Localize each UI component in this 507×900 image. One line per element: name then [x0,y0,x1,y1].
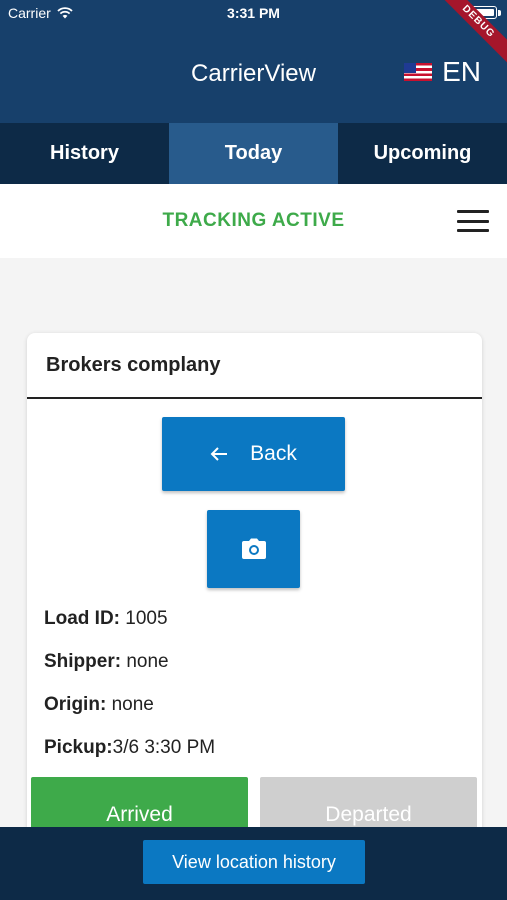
field-origin: Origin: none [44,694,154,716]
us-flag-icon [404,63,433,81]
status-time: 3:31 PM [227,5,280,21]
hamburger-menu-icon[interactable] [457,210,489,232]
arrow-left-icon [210,447,228,461]
tab-label: Upcoming [373,142,472,164]
tab-bar: History Today Upcoming [0,123,507,184]
field-value: none [126,651,169,672]
tracking-strip: TRACKING ACTIVE [0,184,507,258]
field-load-id: Load ID: 1005 [44,608,168,630]
tab-upcoming[interactable]: Upcoming [338,123,507,184]
field-label: Shipper: [44,651,122,672]
field-value: 3/6 3:30 PM [112,737,216,758]
language-selector[interactable]: EN [404,56,481,88]
camera-icon [241,538,266,559]
tracking-status: TRACKING ACTIVE [162,210,345,231]
tab-label: Today [224,142,283,164]
field-label: Origin: [44,694,107,715]
load-card: Brokers complany Back Load ID: 1005 Ship… [27,333,482,853]
field-label: Load ID: [44,608,120,629]
card-divider [27,397,482,399]
field-shipper: Shipper: none [44,651,169,673]
language-code: EN [442,56,481,87]
field-label: Pickup: [44,737,113,758]
view-location-history-button[interactable]: View location history [143,840,365,884]
back-button[interactable]: Back [162,417,345,491]
battery-tip [498,10,501,16]
field-value: none [111,694,154,715]
field-pickup: Pickup:3/6 3:30 PM [44,737,215,759]
app-bar: CarrierView EN [0,26,507,123]
tab-today[interactable]: Today [169,123,338,184]
tab-label: History [50,142,119,164]
bottom-bar: View location history [0,827,507,900]
camera-button[interactable] [207,510,300,588]
field-value: 1005 [125,608,168,629]
tab-history[interactable]: History [0,123,169,184]
status-bar: Carrier 3:31 PM [0,0,507,26]
back-label: Back [250,442,297,465]
card-title: Brokers complany [46,354,221,376]
